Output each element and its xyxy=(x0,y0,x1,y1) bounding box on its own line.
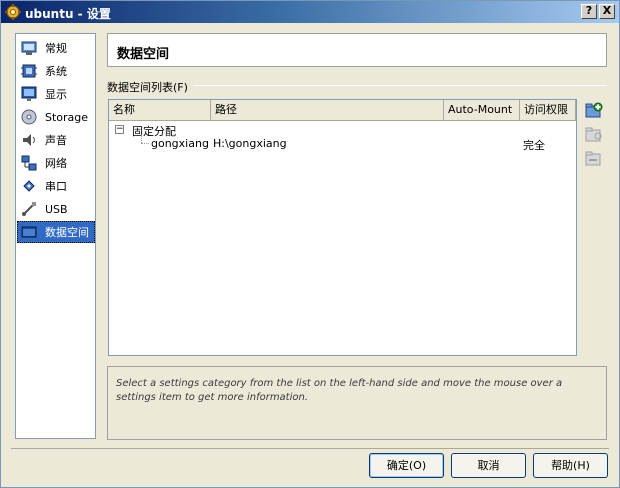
shared-folders-tree[interactable]: 名称 路径 Auto-Mount 访问权限 − 固定分配 gongxiang H… xyxy=(108,99,577,356)
cancel-button[interactable]: 取消 xyxy=(451,453,526,478)
footer-divider xyxy=(11,448,609,449)
sidebar-item-label: 网络 xyxy=(45,157,67,170)
sidebar-item-display[interactable]: 显示 xyxy=(17,83,95,105)
collapse-toggle[interactable]: − xyxy=(115,125,124,134)
sidebar-item-label: 声音 xyxy=(45,134,67,147)
row-name: gongxiang xyxy=(151,137,209,150)
usb-icon xyxy=(22,202,36,216)
network-icon xyxy=(21,155,37,171)
sidebar-item-system[interactable]: 系统 xyxy=(17,60,95,82)
system-icon xyxy=(21,64,37,78)
shared-folders-list-label: 数据空间列表(F) xyxy=(107,79,192,95)
sidebar-item-label: 常规 xyxy=(45,42,67,55)
edit-folder-icon[interactable] xyxy=(585,126,603,143)
tree-connector xyxy=(141,143,149,144)
ok-button[interactable]: 确定(O) xyxy=(369,453,444,478)
sidebar-item-label: 系统 xyxy=(45,65,67,78)
page-title: 数据空间 xyxy=(117,47,170,62)
column-header-name[interactable]: 名称 xyxy=(109,100,211,121)
title-bar[interactable]: ubuntu - 设置 ? X xyxy=(1,1,619,23)
settings-window: ubuntu - 设置 ? X 常规 系统 显示 Storage 声音 网络 串… xyxy=(0,0,620,488)
sidebar-item-shared-folders[interactable]: 数据空间 xyxy=(17,221,95,243)
add-folder-icon[interactable] xyxy=(585,102,603,119)
sidebar-item-label: 数据空间 xyxy=(45,226,89,239)
sidebar-item-storage[interactable]: Storage xyxy=(17,106,95,128)
remove-folder-icon[interactable] xyxy=(585,150,603,167)
tree-connector xyxy=(141,135,142,143)
sidebar-item-general[interactable]: 常规 xyxy=(17,37,95,59)
row-path: H:\gongxiang xyxy=(213,137,287,150)
audio-icon xyxy=(23,134,35,146)
sidebar-item-serial-port[interactable]: 串口 xyxy=(17,175,95,197)
display-icon xyxy=(21,86,37,101)
help-button[interactable]: 帮助(H) xyxy=(533,453,608,478)
gear-icon xyxy=(5,4,21,20)
column-header-path[interactable]: 路径 xyxy=(211,100,444,121)
close-button[interactable]: X xyxy=(599,4,615,19)
general-icon xyxy=(21,41,37,55)
page-header: 数据空间 xyxy=(107,33,607,67)
column-header-auto-mount[interactable]: Auto-Mount xyxy=(444,100,520,121)
sidebar-item-audio[interactable]: 声音 xyxy=(17,129,95,151)
column-header-access[interactable]: 访问权限 xyxy=(520,100,576,121)
sidebar-item-label: 显示 xyxy=(45,88,67,101)
sidebar-item-label: 串口 xyxy=(45,180,67,193)
sidebar-item-network[interactable]: 网络 xyxy=(17,152,95,174)
settings-category-list[interactable]: 常规 系统 显示 Storage 声音 网络 串口 USB 数据空间 xyxy=(15,33,96,439)
info-text: Select a settings category from the list… xyxy=(116,378,563,403)
window-title: ubuntu - 设置 xyxy=(25,7,111,21)
row-access: 完全 xyxy=(523,139,545,152)
storage-icon xyxy=(21,109,37,125)
group-divider xyxy=(193,85,607,86)
sidebar-item-usb[interactable]: USB xyxy=(17,198,95,220)
sidebar-item-label: USB xyxy=(45,202,68,216)
serial-port-icon xyxy=(23,180,35,192)
help-title-button[interactable]: ? xyxy=(581,4,597,19)
shared-folders-icon xyxy=(21,226,37,238)
help-info-panel: Select a settings category from the list… xyxy=(107,366,607,440)
sidebar-item-label: Storage xyxy=(45,110,89,124)
